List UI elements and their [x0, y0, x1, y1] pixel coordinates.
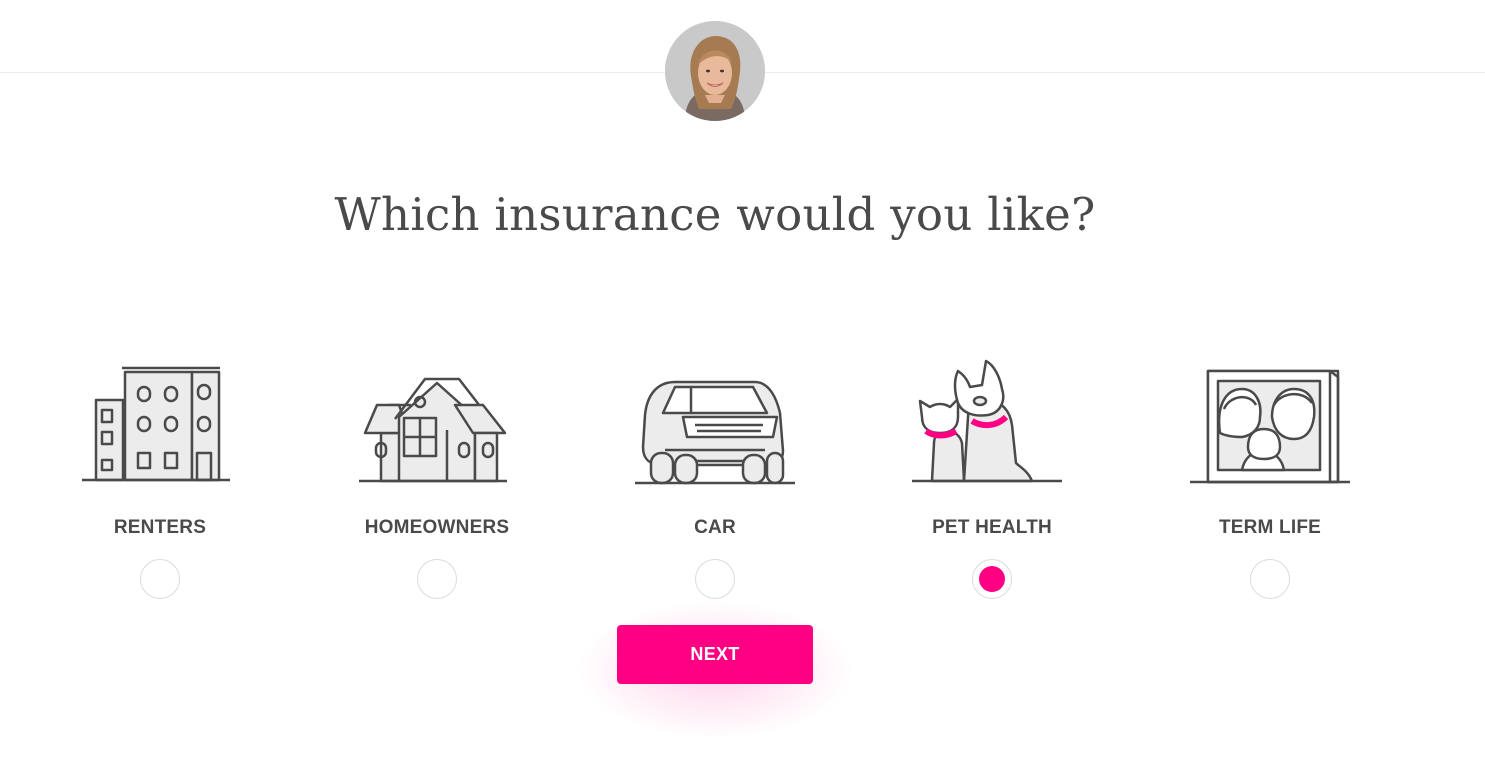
- option-renters[interactable]: RENTERS: [65, 355, 255, 605]
- radio-car[interactable]: [695, 559, 735, 599]
- option-label-renters: RENTERS: [113, 517, 207, 538]
- radio-term-life[interactable]: [1250, 559, 1290, 599]
- option-label-term-life: TERM LIFE: [1218, 517, 1322, 538]
- option-term-life[interactable]: TERM LIFE: [1175, 355, 1365, 605]
- agent-avatar: [665, 21, 765, 121]
- car-icon: [635, 380, 795, 485]
- radio-selected-dot: [979, 566, 1005, 592]
- family-portrait-icon: [1190, 369, 1350, 484]
- apartment-building-icon: [82, 366, 230, 482]
- option-label-car: CAR: [694, 517, 736, 538]
- radio-pet-health[interactable]: [972, 559, 1012, 599]
- house-icon: [359, 377, 507, 483]
- insurance-selection-page: Which insurance would you like? RENTERS: [0, 0, 1485, 764]
- radio-renters[interactable]: [140, 559, 180, 599]
- option-homeowners[interactable]: HOMEOWNERS: [342, 355, 532, 605]
- question-heading: Which insurance would you like?: [334, 188, 1096, 241]
- radio-homeowners[interactable]: [417, 559, 457, 599]
- cat-and-dog-icon: [912, 359, 1062, 483]
- option-label-pet-health: PET HEALTH: [932, 517, 1052, 538]
- option-label-homeowners: HOMEOWNERS: [364, 517, 510, 538]
- next-button[interactable]: NEXT: [617, 625, 813, 684]
- option-car[interactable]: CAR: [620, 355, 810, 605]
- option-pet-health[interactable]: PET HEALTH: [897, 355, 1087, 605]
